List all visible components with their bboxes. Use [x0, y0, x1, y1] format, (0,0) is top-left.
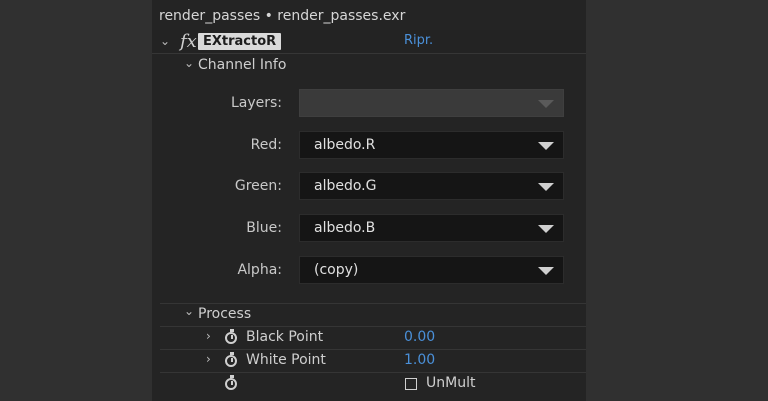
channel-info-heading[interactable]: Channel Info: [198, 57, 286, 73]
red-value: albedo.R: [314, 137, 376, 153]
unmult-label[interactable]: UnMult: [426, 375, 475, 391]
white-point-value[interactable]: 1.00: [404, 352, 435, 368]
effect-name-label[interactable]: EXtractoR: [198, 33, 282, 50]
red-label: Red:: [250, 137, 282, 153]
effect-about-link[interactable]: Ripr.: [404, 33, 433, 48]
triangle-down-icon: [538, 100, 554, 108]
blue-dropdown[interactable]: albedo.B: [299, 214, 564, 242]
white-point-label: White Point: [246, 352, 326, 368]
divider: [160, 349, 586, 350]
stopwatch-icon[interactable]: [225, 375, 237, 390]
stopwatch-icon[interactable]: [225, 329, 237, 344]
divider: [160, 372, 586, 373]
red-dropdown[interactable]: albedo.R: [299, 131, 564, 159]
fx-icon[interactable]: fx: [180, 31, 197, 52]
effect-header-row[interactable]: ⌄ fx EXtractoR Ripr.: [152, 30, 586, 54]
alpha-dropdown[interactable]: (copy): [299, 256, 564, 284]
blue-label: Blue:: [246, 220, 282, 236]
unmult-checkbox[interactable]: [405, 378, 417, 390]
triangle-down-icon: [538, 225, 554, 233]
black-point-value[interactable]: 0.00: [404, 329, 435, 345]
chevron-down-icon[interactable]: ⌄: [184, 304, 194, 318]
chevron-right-icon[interactable]: ›: [206, 352, 211, 366]
triangle-down-icon: [538, 183, 554, 191]
blue-value: albedo.B: [314, 220, 376, 236]
chevron-down-icon[interactable]: ⌄: [160, 34, 170, 48]
panel-title: render_passes • render_passes.exr: [159, 8, 406, 24]
stopwatch-icon[interactable]: [225, 352, 237, 367]
divider: [160, 326, 586, 327]
black-point-label: Black Point: [246, 329, 324, 345]
triangle-down-icon: [538, 267, 554, 275]
layers-dropdown[interactable]: [299, 89, 564, 117]
green-dropdown[interactable]: albedo.G: [299, 172, 564, 200]
triangle-down-icon: [538, 142, 554, 150]
green-value: albedo.G: [314, 178, 377, 194]
chevron-right-icon[interactable]: ›: [206, 329, 211, 343]
panel-title-bar: render_passes • render_passes.exr: [152, 0, 586, 31]
divider: [160, 303, 586, 304]
green-label: Green:: [234, 178, 282, 194]
chevron-down-icon[interactable]: ⌄: [184, 56, 194, 70]
layers-label: Layers:: [230, 95, 282, 111]
alpha-label: Alpha:: [237, 262, 282, 278]
alpha-value: (copy): [314, 262, 359, 278]
process-heading[interactable]: Process: [198, 306, 251, 322]
